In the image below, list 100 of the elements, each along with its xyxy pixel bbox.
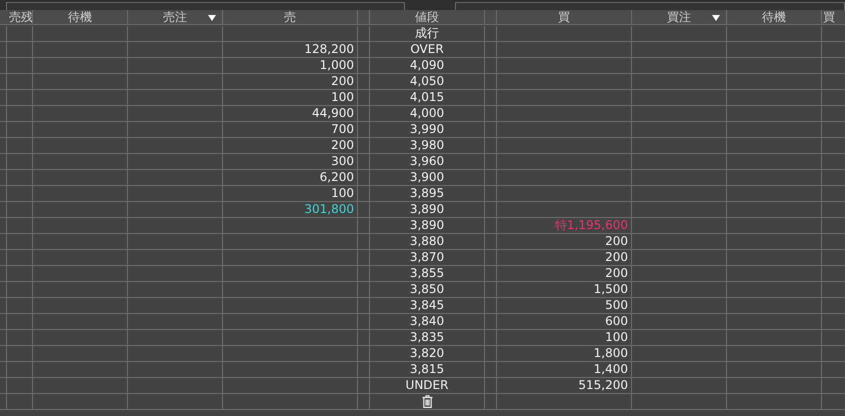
- table-cell: [485, 42, 497, 58]
- table-cell: [6, 90, 33, 106]
- table-cell: [358, 362, 370, 378]
- sort-down-icon[interactable]: [712, 15, 720, 21]
- table-cell: [6, 362, 33, 378]
- table-cell: 3,900: [370, 170, 485, 186]
- table-cell: [358, 154, 370, 170]
- table-cell: 200: [497, 234, 632, 250]
- table-cell: 3,845: [370, 298, 485, 314]
- table-cell: 3,960: [370, 154, 485, 170]
- table-cell: [485, 378, 497, 394]
- table-cell: [358, 250, 370, 266]
- table-cell: [358, 138, 370, 154]
- table-cell: 成行: [370, 26, 485, 42]
- table-cell: 3,850: [370, 282, 485, 298]
- table-cell: UNDER: [370, 378, 485, 394]
- table-cell: [358, 282, 370, 298]
- table-cell: 3,890: [370, 218, 485, 234]
- table-cell: 1,000: [223, 58, 358, 74]
- table-cell: 3,820: [370, 346, 485, 362]
- column-header[interactable]: 待機: [33, 10, 128, 25]
- column-header[interactable]: 売: [223, 10, 358, 25]
- table-cell: [485, 362, 497, 378]
- table-cell: [485, 234, 497, 250]
- table-cell: [6, 42, 33, 58]
- table-cell: [485, 298, 497, 314]
- table-cell: [358, 186, 370, 202]
- table-cell: 3,835: [370, 330, 485, 346]
- table-cell: 3,990: [370, 122, 485, 138]
- table-cell: 300: [223, 154, 358, 170]
- table-cell: [6, 266, 33, 282]
- table-cell: [358, 266, 370, 282]
- table-cell: [358, 298, 370, 314]
- column-header[interactable]: 買注: [632, 10, 727, 25]
- table-cell: 200: [223, 74, 358, 90]
- table-cell: [6, 314, 33, 330]
- table-cell: [358, 58, 370, 74]
- table-cell: 1,400: [497, 362, 632, 378]
- table-cell: [485, 170, 497, 186]
- table-cell: [6, 186, 33, 202]
- table-cell: [485, 58, 497, 74]
- table-cell: 301,800: [223, 202, 358, 218]
- table-cell: [6, 170, 33, 186]
- table-cell: 128,200: [223, 42, 358, 58]
- table-cell: [6, 58, 33, 74]
- table-cell: [358, 346, 370, 362]
- table-cell: [485, 106, 497, 122]
- table-cell: [358, 106, 370, 122]
- trash-icon[interactable]: [422, 395, 432, 408]
- table-cell: [485, 138, 497, 154]
- table-cell: 3,870: [370, 250, 485, 266]
- table-cell: 200: [497, 266, 632, 282]
- table-cell: 3,890: [370, 202, 485, 218]
- table-cell: [358, 122, 370, 138]
- table-cell: [6, 298, 33, 314]
- table-cell: 4,015: [370, 90, 485, 106]
- table-cell: [358, 74, 370, 90]
- column-header[interactable]: 売注: [128, 10, 223, 25]
- table-cell: [6, 250, 33, 266]
- column-header[interactable]: 値段: [370, 10, 485, 25]
- table-cell: 44,900: [223, 106, 358, 122]
- table-cell: [6, 282, 33, 298]
- table-cell: [358, 234, 370, 250]
- table-cell: [485, 186, 497, 202]
- column-header[interactable]: 買: [497, 10, 632, 25]
- table-cell: [485, 154, 497, 170]
- table-cell: 4,000: [370, 106, 485, 122]
- table-cell: [358, 170, 370, 186]
- table-cell: 4,090: [370, 58, 485, 74]
- table-cell: 600: [497, 314, 632, 330]
- table-cell: 100: [223, 186, 358, 202]
- table-cell: [358, 314, 370, 330]
- column-header[interactable]: 待機: [727, 10, 822, 25]
- table-cell: 3,880: [370, 234, 485, 250]
- table-cell: [6, 218, 33, 234]
- table-cell: [6, 234, 33, 250]
- table-cell: 特1,195,600: [497, 218, 632, 234]
- table-cell: [485, 330, 497, 346]
- table-cell: [6, 74, 33, 90]
- table-cell: 515,200: [497, 378, 632, 394]
- table-cell: [485, 74, 497, 90]
- table-cell: 200: [223, 138, 358, 154]
- table-cell: [485, 250, 497, 266]
- table-cell: 6,200: [223, 170, 358, 186]
- table-cell: 4,050: [370, 74, 485, 90]
- sort-down-icon[interactable]: [208, 15, 216, 21]
- table-cell: [485, 26, 497, 42]
- table-cell: 3,855: [370, 266, 485, 282]
- table-cell: [6, 26, 33, 42]
- table-cell: [6, 346, 33, 362]
- table-cell: [485, 218, 497, 234]
- table-cell: [485, 282, 497, 298]
- table-cell: 1,500: [497, 282, 632, 298]
- table-cell: [485, 314, 497, 330]
- table-cell: [485, 266, 497, 282]
- table-cell: [485, 90, 497, 106]
- table-cell: 100: [497, 330, 632, 346]
- table-cell: [358, 90, 370, 106]
- column-header[interactable]: 買: [822, 10, 845, 25]
- table-cell: [6, 154, 33, 170]
